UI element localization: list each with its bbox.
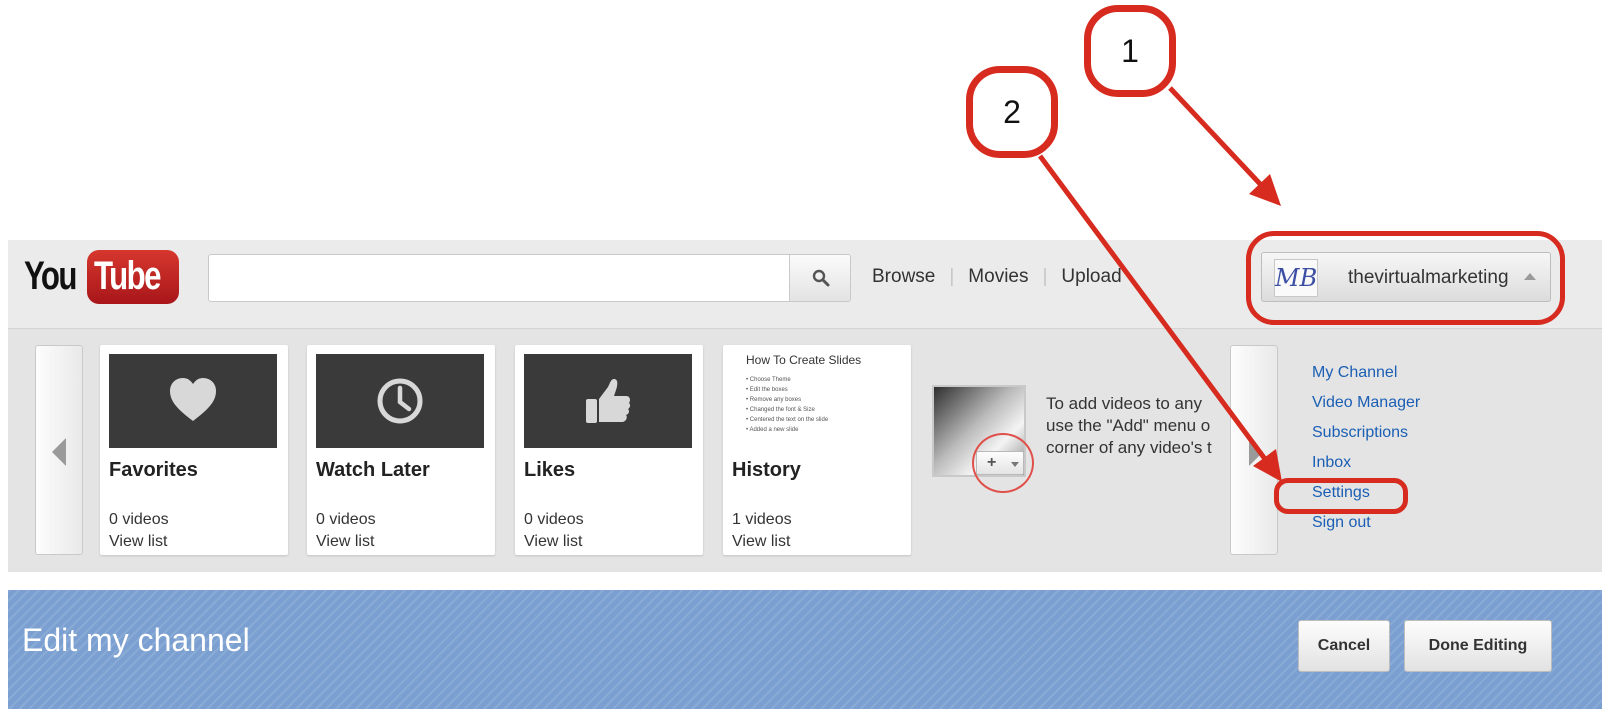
account-menu: My Channel Video Manager Subscriptions I… <box>1312 363 1420 543</box>
logo-tube-text: Tube <box>94 254 162 298</box>
nav-separator: | <box>949 266 955 287</box>
menu-item-my-channel[interactable]: My Channel <box>1312 363 1420 393</box>
settings-highlight-box <box>1274 478 1408 514</box>
menu-item-sign-out[interactable]: Sign out <box>1312 513 1420 543</box>
carousel-next-button[interactable] <box>1230 345 1278 555</box>
carousel-prev-button[interactable] <box>35 345 83 555</box>
slide-bullet: Remove any boxes <box>746 395 828 405</box>
slide-bullet: Changed the font & Size <box>746 405 828 415</box>
card-view-list-link[interactable]: View list <box>316 533 374 551</box>
playlist-card-likes[interactable]: Likes 0 videos View list <box>515 345 703 555</box>
card-title: Favorites <box>109 459 198 481</box>
nav-browse[interactable]: Browse <box>872 266 935 287</box>
card-video-count: 0 videos <box>524 511 584 528</box>
slide-bullet: Centered the text on the slide <box>746 415 828 425</box>
heart-icon <box>170 378 216 421</box>
arrow-1-line <box>1168 86 1264 188</box>
add-videos-help-text: To add videos to any use the "Add" menu … <box>1046 393 1226 459</box>
card-video-count: 0 videos <box>109 511 169 528</box>
slide-bullet: Choose Theme <box>746 375 828 385</box>
chevron-left-icon <box>52 438 66 466</box>
card-view-list-link[interactable]: View list <box>732 533 790 551</box>
menu-item-subscriptions[interactable]: Subscriptions <box>1312 423 1420 453</box>
search-button[interactable] <box>789 254 851 302</box>
search-input[interactable] <box>208 254 790 302</box>
card-video-count: 0 videos <box>316 511 376 528</box>
chevron-right-icon <box>1249 438 1263 466</box>
clock-icon <box>377 378 423 424</box>
account-highlight-box <box>1246 231 1565 325</box>
step-callout-2: 2 <box>966 66 1058 158</box>
edit-channel-bar: Edit my channel Cancel Done Editing <box>8 590 1602 709</box>
logo-you-text: You <box>24 254 77 298</box>
card-title: Likes <box>524 459 576 481</box>
playlist-card-favorites[interactable]: Favorites 0 videos View list <box>100 345 288 555</box>
top-nav: Browse | Movies | Upload <box>872 266 1122 288</box>
card-video-count: 1 videos <box>732 511 792 528</box>
arrow-1-head <box>1249 174 1281 206</box>
help-text-line: corner of any video's t <box>1046 438 1212 457</box>
slide-bullet: Added a new slide <box>746 425 828 435</box>
done-editing-button[interactable]: Done Editing <box>1404 620 1552 672</box>
thumbs-up-icon <box>586 379 631 423</box>
card-view-list-link[interactable]: View list <box>109 533 167 551</box>
nav-movies[interactable]: Movies <box>968 266 1028 287</box>
step-callout-1: 1 <box>1084 5 1176 97</box>
card-view-list-link[interactable]: View list <box>524 533 582 551</box>
slide-bullet: Edit the boxes <box>746 385 828 395</box>
add-button-highlight-circle <box>972 433 1034 493</box>
playlist-card-history[interactable]: How To Create Slides Choose Theme Edit t… <box>723 345 911 555</box>
slide-thumbnail-bullets: Choose Theme Edit the boxes Remove any b… <box>746 375 828 435</box>
nav-separator: | <box>1042 266 1048 287</box>
search-icon <box>812 269 830 287</box>
cancel-button[interactable]: Cancel <box>1298 620 1390 672</box>
card-title: History <box>732 459 801 481</box>
history-slide-thumbnail: How To Create Slides Choose Theme Edit t… <box>732 351 900 447</box>
nav-upload[interactable]: Upload <box>1061 266 1121 287</box>
edit-channel-title: Edit my channel <box>22 622 250 658</box>
guide-panel: Favorites 0 videos View list Watch Later… <box>8 328 1602 572</box>
menu-item-video-manager[interactable]: Video Manager <box>1312 393 1420 423</box>
help-text-line: To add videos to any <box>1046 394 1202 413</box>
card-thumbnail <box>524 354 692 448</box>
tutorial-screenshot: You Tube Browse | Movies | Upload MB thevirt… <box>0 0 1602 709</box>
youtube-logo[interactable]: You Tube <box>24 250 180 304</box>
help-text-line: use the "Add" menu o <box>1046 416 1211 435</box>
card-thumbnail <box>109 354 277 448</box>
slide-thumbnail-title: How To Create Slides <box>746 353 862 367</box>
playlist-card-watch-later[interactable]: Watch Later 0 videos View list <box>307 345 495 555</box>
card-thumbnail <box>316 354 484 448</box>
card-title: Watch Later <box>316 459 430 481</box>
